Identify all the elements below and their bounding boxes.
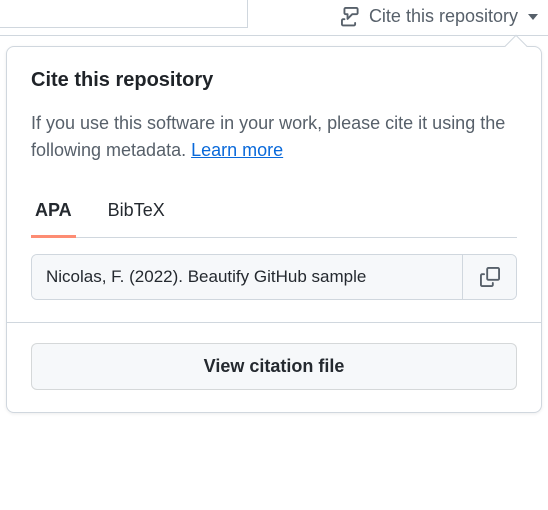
- tab-bibtex[interactable]: BibTeX: [104, 190, 169, 238]
- cite-trigger-label: Cite this repository: [369, 6, 518, 27]
- top-bar: Cite this repository: [0, 0, 548, 36]
- tab-apa[interactable]: APA: [31, 190, 76, 238]
- citation-text[interactable]: Nicolas, F. (2022). Beautify GitHub samp…: [32, 255, 462, 299]
- popover-body: Cite this repository If you use this sof…: [7, 47, 541, 322]
- copy-icon: [480, 267, 500, 287]
- citation-box: Nicolas, F. (2022). Beautify GitHub samp…: [31, 254, 517, 300]
- cite-popover: Cite this repository If you use this sof…: [6, 46, 542, 413]
- popover-description: If you use this software in your work, p…: [31, 110, 517, 164]
- caret-down-icon: [528, 14, 538, 20]
- cite-repository-trigger[interactable]: Cite this repository: [341, 6, 538, 27]
- citation-format-tabs: APA BibTeX: [31, 190, 517, 238]
- cross-reference-icon: [341, 7, 361, 27]
- top-bar-divider: [0, 0, 248, 28]
- view-citation-file-button[interactable]: View citation file: [31, 343, 517, 390]
- learn-more-link[interactable]: Learn more: [191, 140, 283, 160]
- copy-citation-button[interactable]: [462, 255, 516, 299]
- popover-footer: View citation file: [7, 322, 541, 412]
- popover-title: Cite this repository: [31, 69, 517, 92]
